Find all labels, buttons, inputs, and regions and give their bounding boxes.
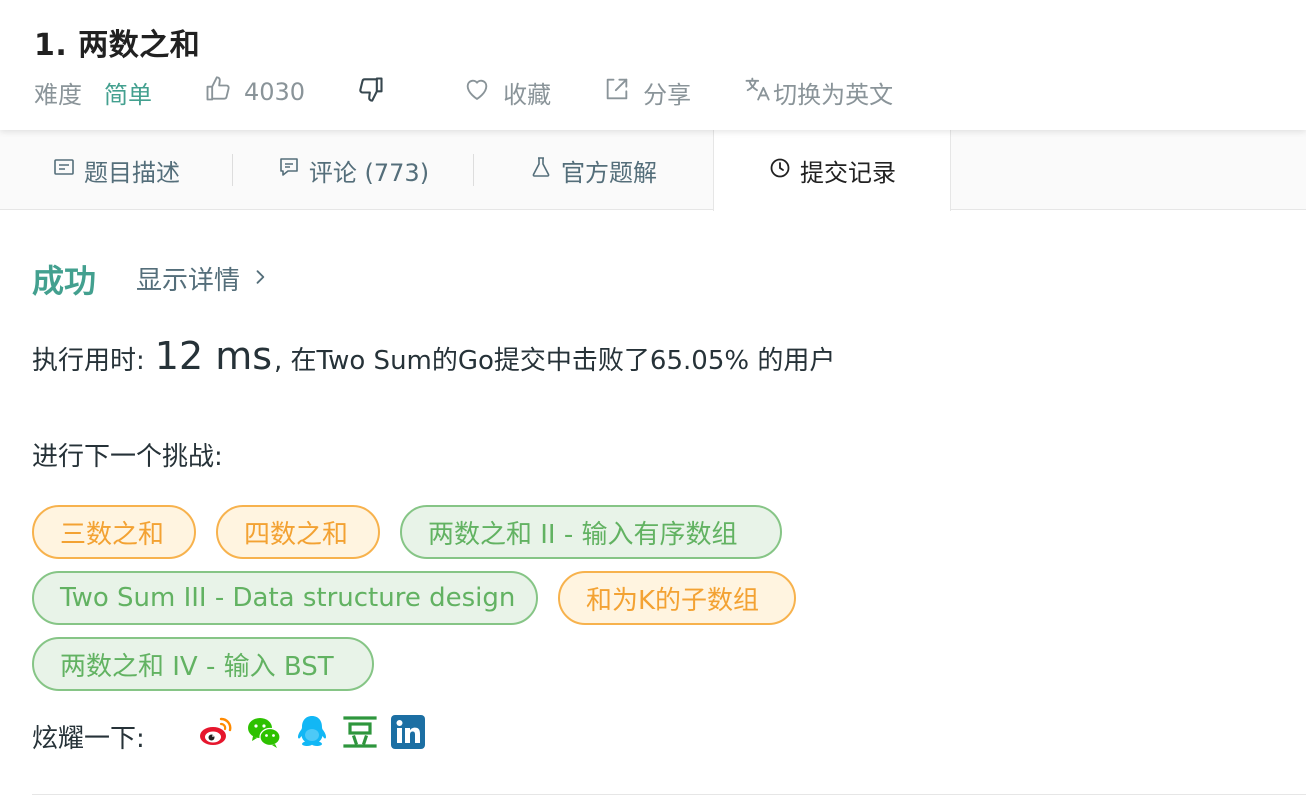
chevron-right-icon — [240, 264, 270, 294]
challenge-chip-label: 三数之和 — [60, 519, 165, 550]
share-icon — [603, 75, 643, 109]
challenge-chip-label: 两数之和 II - 输入有序数组 — [428, 519, 738, 550]
translate-icon — [743, 75, 773, 109]
weibo-icon — [198, 714, 234, 754]
problem-header: 1. 两数之和 难度 简单 4030 收藏 分享 切换为英文 — [0, 0, 1306, 130]
challenge-chip[interactable]: 四数之和 — [216, 505, 380, 559]
problem-meta-bar: 难度 简单 4030 收藏 分享 切换为英文 — [34, 74, 893, 110]
submission-status: 成功 — [32, 262, 97, 300]
share-to-label: 炫耀一下: — [32, 724, 145, 754]
runtime-summary: 执行用时: 12 ms , 在Two Sum的Go提交中击败了65.05% 的用… — [32, 334, 835, 378]
douban-button[interactable] — [342, 716, 378, 752]
clock-icon — [768, 156, 800, 186]
next-challenge-label: 进行下一个挑战: — [32, 442, 223, 472]
dislike-button[interactable] — [357, 75, 397, 109]
tab-submissions[interactable]: 提交记录 — [713, 130, 951, 211]
description-icon — [52, 155, 84, 185]
favorite-label: 收藏 — [503, 80, 552, 109]
linkedin-button[interactable] — [390, 714, 426, 754]
share-label: 分享 — [643, 80, 692, 109]
challenge-chip-label: 和为K的子数组 — [586, 585, 760, 616]
runtime-suffix: , 在Two Sum的Go提交中击败了65.05% 的用户 — [274, 346, 836, 376]
tab-comments-label: 评论 (773) — [308, 158, 430, 187]
like-count: 4030 — [244, 78, 306, 106]
tab-description-label: 题目描述 — [84, 158, 180, 187]
favorite-button[interactable]: 收藏 — [463, 75, 551, 110]
divider — [32, 794, 1306, 795]
tab-bar: 题目描述 评论 (773) 官方题解 提交记录 — [0, 130, 1306, 211]
challenge-chip[interactable]: 三数之和 — [32, 505, 196, 559]
challenge-chip-label: 两数之和 IV - 输入 BST — [60, 651, 334, 682]
difficulty-label: 难度 — [34, 80, 82, 109]
comment-icon — [277, 155, 309, 185]
tab-description[interactable]: 题目描述 — [0, 130, 232, 210]
like-button[interactable]: 4030 — [204, 75, 305, 109]
translate-button[interactable]: 切换为英文 — [743, 75, 893, 110]
difficulty-value: 简单 — [104, 80, 152, 109]
runtime-value: 12 ms — [154, 334, 273, 378]
challenge-chip[interactable]: 两数之和 IV - 输入 BST — [32, 637, 374, 691]
challenge-chip[interactable]: 和为K的子数组 — [558, 571, 796, 625]
thumbs-down-icon — [357, 75, 397, 109]
tab-comments[interactable]: 评论 (773) — [233, 130, 473, 210]
tab-solution-label: 官方题解 — [561, 158, 657, 187]
wechat-button[interactable] — [246, 716, 282, 752]
share-button[interactable]: 分享 — [603, 75, 691, 110]
wechat-icon — [246, 714, 282, 754]
challenge-chip-label: Two Sum III - Data structure design — [60, 583, 516, 613]
douban-icon — [342, 714, 378, 754]
problem-title: 1. 两数之和 — [34, 28, 201, 63]
heart-icon — [463, 75, 503, 109]
challenge-chip[interactable]: Two Sum III - Data structure design — [32, 571, 538, 625]
tab-submissions-label: 提交记录 — [800, 159, 896, 187]
thumbs-up-icon — [204, 75, 244, 109]
qq-icon — [294, 714, 330, 754]
translate-label: 切换为英文 — [773, 80, 894, 109]
show-details-label: 显示详情 — [136, 266, 241, 296]
challenge-chip[interactable]: 两数之和 II - 输入有序数组 — [400, 505, 782, 559]
tab-solution[interactable]: 官方题解 — [474, 130, 712, 210]
show-details-link[interactable]: 显示详情 — [136, 260, 270, 297]
challenge-chip-label: 四数之和 — [244, 519, 349, 550]
flask-icon — [529, 155, 561, 185]
weibo-button[interactable] — [198, 716, 234, 752]
linkedin-icon — [390, 714, 426, 754]
qq-button[interactable] — [294, 716, 330, 752]
runtime-prefix: 执行用时: — [32, 346, 145, 376]
